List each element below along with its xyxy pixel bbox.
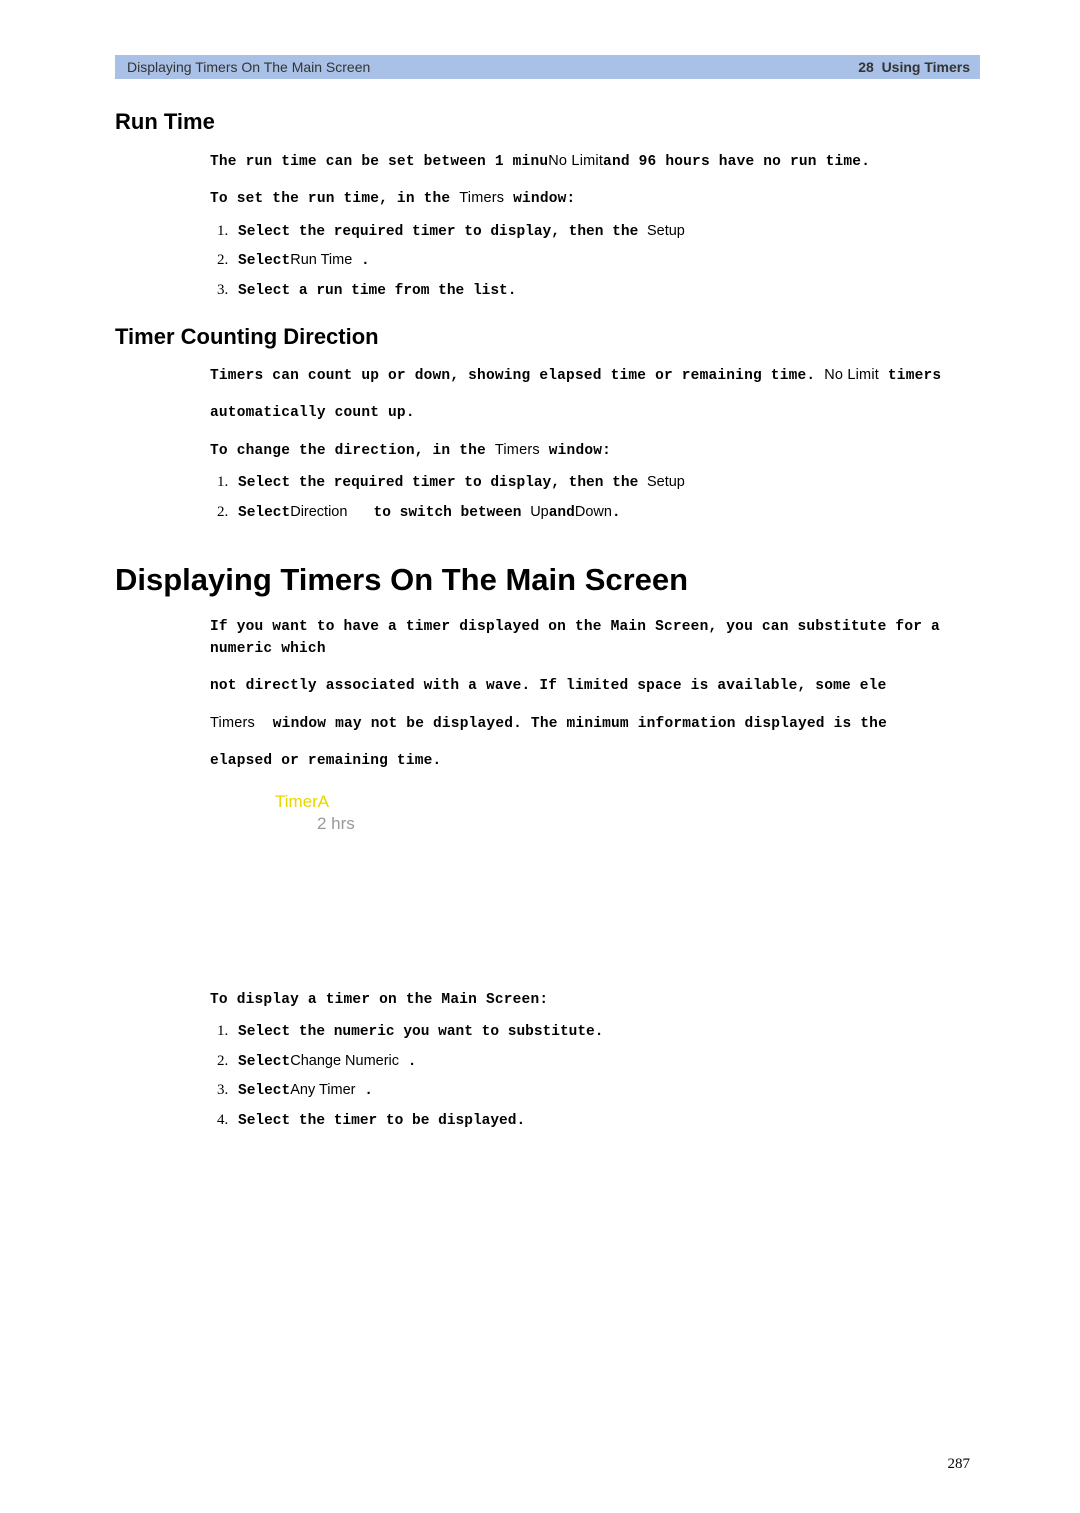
page-container: Displaying Timers On The Main Screen 28 …	[0, 0, 1080, 1513]
display-p2: not directly associated with a wave. If …	[210, 675, 980, 697]
display-step-3: SelectAny Timer .	[232, 1076, 980, 1106]
page-number: 287	[115, 1456, 980, 1473]
direction-step-2: SelectDirection to switch between UpandD…	[232, 498, 980, 528]
direction-p1: Timers can count up or down, showing ela…	[210, 364, 980, 387]
display-step-4: Select the timer to be displayed.	[232, 1106, 980, 1136]
direction-p3: To change the direction, in the Timers w…	[210, 439, 980, 462]
direction-steps: Select the required timer to display, th…	[210, 468, 980, 527]
timer-example-value: 2 hrs	[317, 814, 980, 834]
display-p3: Timers window may not be displayed. The …	[210, 712, 980, 735]
header-right: 28 Using Timers	[858, 59, 970, 75]
header-left: Displaying Timers On The Main Screen	[127, 59, 370, 75]
run-time-step-3: Select a run time from the list.	[232, 276, 980, 306]
header-bar: Displaying Timers On The Main Screen 28 …	[115, 55, 980, 79]
run-time-p1: The run time can be set between 1 minuNo…	[210, 150, 980, 173]
spacer	[115, 854, 980, 974]
direction-heading: Timer Counting Direction	[115, 324, 980, 350]
header-section-title: Using Timers	[882, 59, 970, 75]
display-step-1: Select the numeric you want to substitut…	[232, 1017, 980, 1047]
run-time-p2: To set the run time, in the Timers windo…	[210, 187, 980, 210]
run-time-step-1: Select the required timer to display, th…	[232, 217, 980, 247]
timer-example-box: TimerA 2 hrs	[275, 792, 980, 834]
display-steps: Select the numeric you want to substitut…	[210, 1017, 980, 1135]
run-time-steps: Select the required timer to display, th…	[210, 217, 980, 306]
display-heading: Displaying Timers On The Main Screen	[115, 562, 980, 598]
display-p4: elapsed or remaining time.	[210, 750, 980, 772]
header-page-num: 28	[858, 59, 874, 75]
run-time-heading: Run Time	[115, 109, 980, 135]
direction-step-1: Select the required timer to display, th…	[232, 468, 980, 498]
timer-example-label: TimerA	[275, 792, 980, 812]
display-step-2: SelectChange Numeric .	[232, 1047, 980, 1077]
display-p1: If you want to have a timer displayed on…	[210, 616, 980, 661]
run-time-step-2: SelectRun Time .	[232, 246, 980, 276]
display-p5: To display a timer on the Main Screen:	[210, 989, 980, 1011]
direction-p2: automatically count up.	[210, 402, 980, 424]
